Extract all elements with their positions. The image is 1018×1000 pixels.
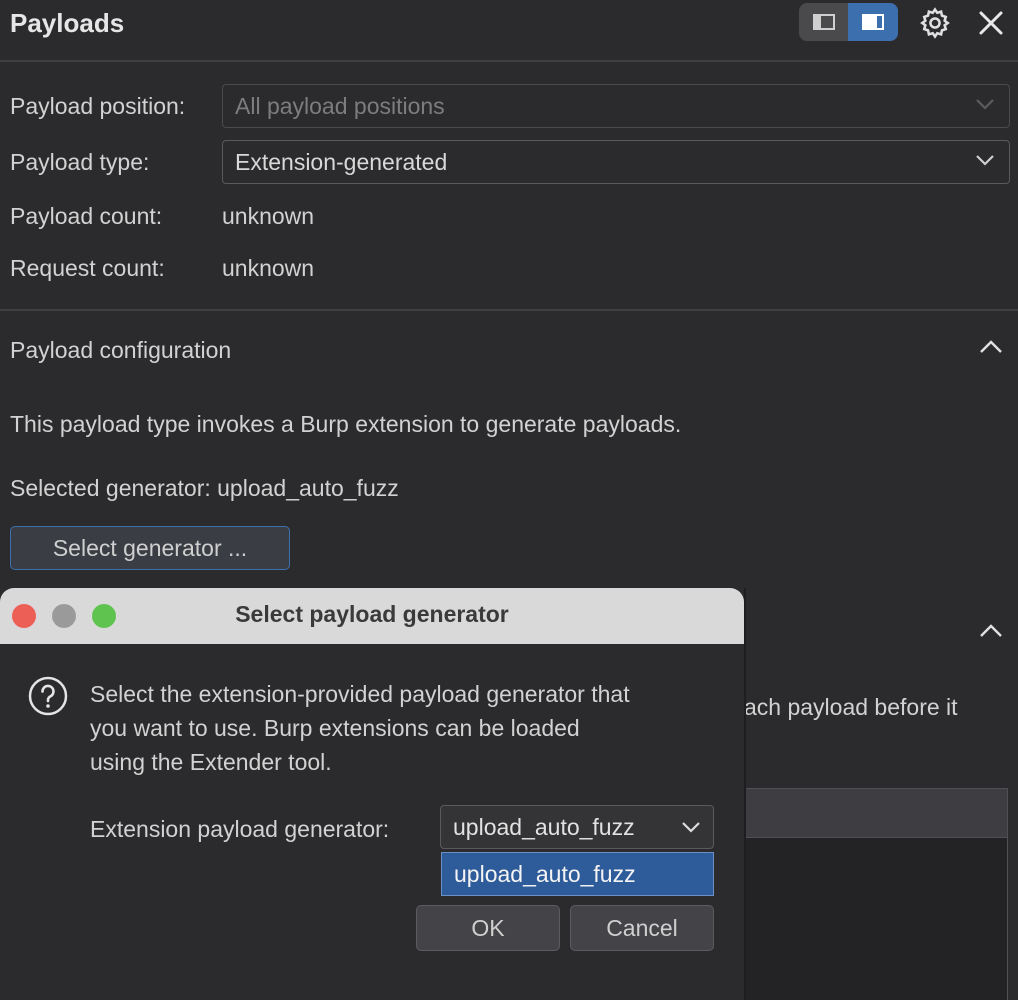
generator-select[interactable]: upload_auto_fuzz xyxy=(440,805,714,849)
close-button[interactable] xyxy=(972,4,1010,42)
processing-table-body xyxy=(744,838,1008,1000)
ok-button[interactable]: OK xyxy=(416,905,560,951)
dialog-title: Select payload generator xyxy=(235,601,509,627)
processing-description-partial: ach payload before it xyxy=(744,694,958,720)
payload-count-label: Payload count: xyxy=(10,203,163,229)
generator-label: Extension payload generator: xyxy=(90,816,390,842)
collapse-config-button[interactable] xyxy=(978,338,1004,361)
generator-dropdown-option[interactable]: upload_auto_fuzz xyxy=(441,852,714,896)
select-payload-generator-dialog: Select payload generator Select the exte… xyxy=(0,588,746,1000)
cancel-button[interactable]: Cancel xyxy=(570,905,714,951)
payload-type-value: Extension-generated xyxy=(235,148,448,175)
processing-table-header xyxy=(744,788,1008,838)
layout-toggle[interactable] xyxy=(799,3,898,41)
payload-position-value: All payload positions xyxy=(235,92,445,119)
payload-type-label: Payload type: xyxy=(10,149,150,175)
help-icon xyxy=(28,676,68,721)
section-divider xyxy=(0,309,1018,311)
selected-generator: Selected generator: upload_auto_fuzz xyxy=(10,475,399,502)
gear-icon xyxy=(920,7,950,39)
header-divider xyxy=(0,60,1018,62)
selected-generator-label: Selected generator: xyxy=(10,475,211,501)
selected-generator-value: upload_auto_fuzz xyxy=(217,475,399,501)
request-count-label: Request count: xyxy=(10,255,165,281)
config-description: This payload type invokes a Burp extensi… xyxy=(10,411,682,437)
chevron-up-icon xyxy=(980,624,1002,637)
panel-title: Payloads xyxy=(10,8,125,38)
close-icon xyxy=(979,11,1003,35)
payload-position-label: Payload position: xyxy=(10,93,186,119)
dialog-message-line: you want to use. Burp extensions can be … xyxy=(90,715,580,741)
chevron-down-icon xyxy=(976,155,994,166)
chevron-down-icon xyxy=(976,99,994,110)
collapse-processing-button[interactable] xyxy=(978,622,1004,645)
dialog-titlebar: Select payload generator xyxy=(0,588,744,644)
request-count-value: unknown xyxy=(222,255,315,281)
chevron-down-icon xyxy=(682,822,700,833)
select-generator-button[interactable]: Select generator ... xyxy=(10,526,290,570)
layout-right-button[interactable] xyxy=(848,3,898,41)
panel-left-icon xyxy=(813,14,835,30)
generator-select-value: upload_auto_fuzz xyxy=(453,813,635,840)
payload-type-select[interactable]: Extension-generated xyxy=(222,140,1010,184)
panel-right-icon xyxy=(862,14,884,30)
config-section-title: Payload configuration xyxy=(10,337,232,363)
dialog-message-line: using the Extender tool. xyxy=(90,749,332,775)
dialog-message: Select the extension-provided payload ge… xyxy=(90,677,630,779)
dialog-message-line: Select the extension-provided payload ge… xyxy=(90,681,630,707)
chevron-up-icon xyxy=(980,340,1002,353)
settings-button[interactable] xyxy=(916,4,954,42)
payload-position-select[interactable]: All payload positions xyxy=(222,84,1010,128)
layout-left-button[interactable] xyxy=(799,3,849,41)
payload-count-value: unknown xyxy=(222,203,315,229)
